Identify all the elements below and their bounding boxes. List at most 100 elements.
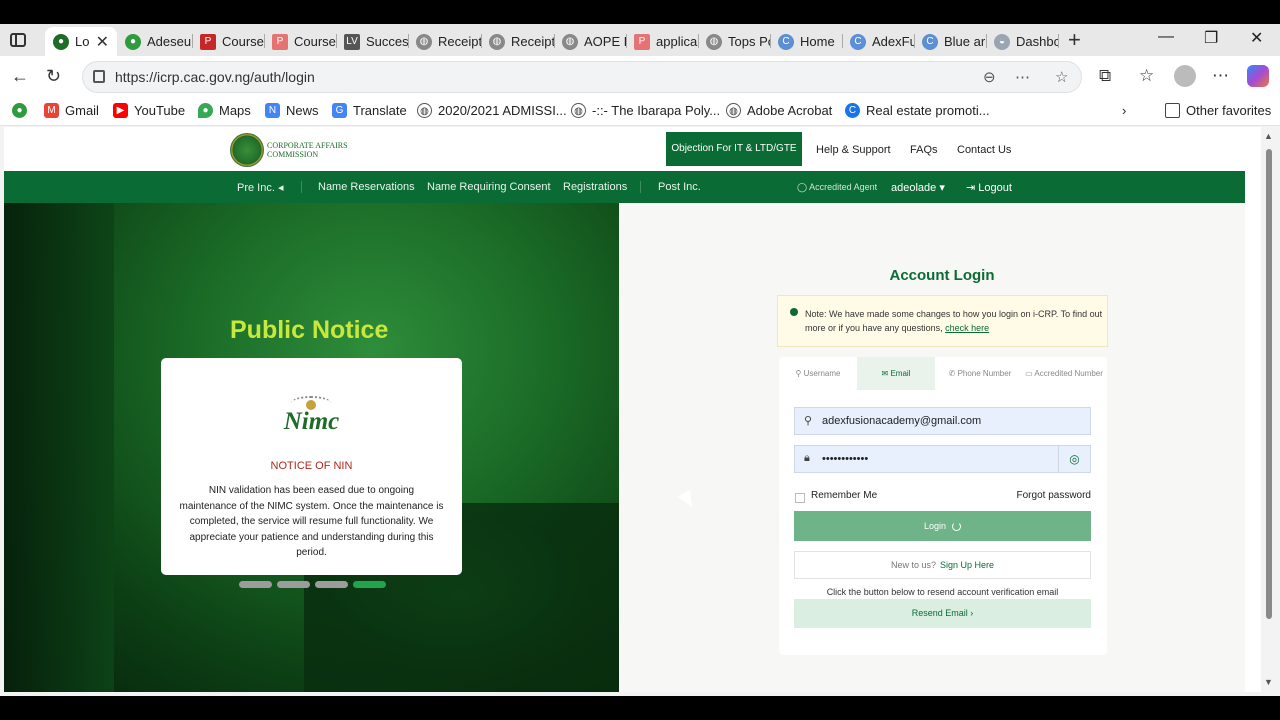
tab-actions-icon[interactable] bbox=[10, 33, 26, 47]
bookmark-real-estate[interactable]: C Real estate promoti... bbox=[845, 103, 990, 118]
bookmark-maps[interactable]: ● Maps bbox=[198, 103, 251, 118]
tab-active[interactable]: ● Lo ✕ bbox=[45, 27, 117, 56]
tab[interactable]: ◍ Receipt bbox=[481, 27, 554, 56]
scrollbar-thumb[interactable] bbox=[1266, 149, 1272, 619]
globe-icon: ◍ bbox=[706, 34, 722, 50]
tab[interactable]: C AdexFu bbox=[842, 27, 914, 56]
news-icon: N bbox=[265, 103, 280, 118]
resend-email-button[interactable]: Resend Email › bbox=[794, 599, 1091, 628]
pdf-icon: P bbox=[272, 34, 288, 50]
bookmark-admission[interactable]: ◍ 2020/2021 ADMISSI... bbox=[417, 103, 567, 118]
favorite-star-icon[interactable]: ☆ bbox=[1055, 68, 1068, 86]
site-info-icon[interactable] bbox=[93, 70, 105, 83]
page-scrollbar[interactable]: ▲ ▼ bbox=[1262, 127, 1276, 692]
tab[interactable]: ◍ Receipt bbox=[408, 27, 481, 56]
contact-us-link[interactable]: Contact Us bbox=[957, 144, 1011, 156]
eye-slash-icon[interactable]: ◎ bbox=[1058, 446, 1090, 472]
zoom-icon[interactable]: ⊖ bbox=[983, 68, 996, 86]
address-bar[interactable]: https://icrp.cac.gov.ng/auth/login ⊖ ⋯ ☆ bbox=[82, 61, 1082, 93]
settings-menu-icon[interactable]: ⋯ bbox=[1212, 66, 1229, 86]
bookmark-youtube[interactable]: ▶ YouTube bbox=[113, 103, 185, 118]
carousel-dot[interactable] bbox=[315, 581, 348, 588]
tab-label: Username bbox=[803, 369, 841, 378]
globe-icon: ◍ bbox=[562, 34, 578, 50]
password-field[interactable]: 🔒︎ •••••••••••• ◎ bbox=[794, 445, 1091, 473]
back-icon[interactable]: ← bbox=[11, 66, 29, 87]
site-header: CORPORATE AFFAIRS COMMISSION Objection F… bbox=[4, 127, 1245, 171]
forgot-password-link[interactable]: Forgot password bbox=[1017, 490, 1091, 501]
tab[interactable]: ● Adeseu bbox=[117, 27, 192, 56]
scroll-up-icon[interactable]: ▲ bbox=[1264, 131, 1273, 141]
tab-label: Accredited Number bbox=[1034, 369, 1103, 378]
tab-label: Phone Number bbox=[957, 369, 1012, 378]
dashboard-icon: ◒ bbox=[994, 34, 1010, 50]
carousel-dot[interactable] bbox=[239, 581, 272, 588]
url-text[interactable]: https://icrp.cac.gov.ng/auth/login bbox=[115, 69, 315, 85]
chevron-right-icon[interactable]: › bbox=[1122, 103, 1126, 118]
scroll-down-icon[interactable]: ▼ bbox=[1264, 677, 1273, 687]
bookmark-news[interactable]: N News bbox=[265, 103, 319, 118]
carousel-dot-active[interactable] bbox=[353, 581, 386, 588]
remember-me-label[interactable]: Remember Me bbox=[811, 490, 877, 501]
bookmark-label: Adobe Acrobat bbox=[747, 103, 833, 118]
email-field[interactable]: ⚲ adexfusionacademy@gmail.com bbox=[794, 407, 1091, 435]
logout-link[interactable]: ⇥ Logout bbox=[966, 181, 1012, 194]
extensions-icon[interactable]: ⧉ bbox=[1099, 66, 1111, 86]
tab[interactable]: ◍ AOPE F bbox=[554, 27, 626, 56]
new-tab-icon[interactable]: + bbox=[1068, 27, 1081, 53]
bookmark-ibarapa[interactable]: ◍ -::- The Ibarapa Poly... bbox=[571, 103, 720, 118]
tab-email[interactable]: ✉ Email bbox=[857, 357, 935, 390]
edge-c-icon: C bbox=[850, 34, 866, 50]
carousel-dot[interactable] bbox=[277, 581, 310, 588]
tab[interactable]: ◒ Dashbc bbox=[986, 27, 1058, 56]
objection-button[interactable]: Objection For IT & LTD/GTE bbox=[666, 132, 802, 166]
cac-logo[interactable]: CORPORATE AFFAIRS COMMISSION bbox=[230, 133, 348, 167]
tab-username[interactable]: ⚲ Username bbox=[779, 357, 857, 390]
check-here-link[interactable]: check here bbox=[945, 323, 989, 333]
sign-up-link[interactable]: Sign Up Here bbox=[940, 560, 994, 570]
close-icon[interactable]: ✕ bbox=[96, 32, 109, 52]
folder-icon bbox=[1165, 103, 1180, 118]
nimc-logo: Nimc bbox=[283, 408, 340, 435]
tab-accredited-number[interactable]: ▭ Accredited Number bbox=[1017, 357, 1111, 390]
tab[interactable]: ◍ Tops Po bbox=[698, 27, 770, 56]
tab[interactable]: C Blue ar bbox=[914, 27, 986, 56]
favorites-icon[interactable]: ☆ bbox=[1139, 66, 1154, 86]
bookmark-translate[interactable]: G Translate bbox=[332, 103, 407, 118]
refresh-icon[interactable]: ↻ bbox=[46, 66, 61, 87]
nav-name-reservations[interactable]: Name Reservations bbox=[318, 181, 415, 193]
tab[interactable]: P Course bbox=[192, 27, 264, 56]
login-card: ⚲ Username ✉ Email ✆ Phone Number ▭ Accr… bbox=[779, 357, 1107, 655]
faqs-link[interactable]: FAQs bbox=[910, 144, 938, 156]
tab[interactable]: LV Succes bbox=[336, 27, 408, 56]
tab[interactable]: P Course bbox=[264, 27, 336, 56]
user-menu[interactable]: adeolade ▾ bbox=[891, 181, 945, 194]
other-favorites[interactable]: Other favorites bbox=[1165, 103, 1271, 118]
pdf-icon: P bbox=[200, 34, 216, 50]
tab[interactable]: C Home bbox=[770, 27, 842, 56]
bookmark-label: -::- The Ibarapa Poly... bbox=[592, 103, 721, 118]
carousel-indicators bbox=[239, 581, 386, 588]
minimize-icon[interactable]: — bbox=[1158, 28, 1174, 46]
nav-name-requiring-consent[interactable]: Name Requiring Consent bbox=[427, 181, 551, 193]
nav-pre-inc[interactable]: Pre Inc. ◂ bbox=[237, 181, 284, 194]
bookmark-label: News bbox=[286, 103, 319, 118]
close-window-icon[interactable]: ✕ bbox=[1250, 28, 1263, 48]
nav-post-inc[interactable]: Post Inc. bbox=[658, 181, 701, 193]
nav-registrations[interactable]: Registrations bbox=[563, 181, 627, 193]
user-icon: ⚲ bbox=[795, 369, 802, 378]
help-support-link[interactable]: Help & Support bbox=[816, 144, 891, 156]
bookmark-acrobat[interactable]: ◍ Adobe Acrobat bbox=[726, 103, 832, 118]
check-circle-icon: ◯ bbox=[797, 182, 808, 192]
tab-phone-number[interactable]: ✆ Phone Number bbox=[935, 357, 1025, 390]
remember-me-checkbox[interactable] bbox=[795, 493, 805, 503]
bookmark-gmail[interactable]: M Gmail bbox=[44, 103, 99, 118]
browser-window: ● Lo ✕ ● Adeseu P Course P Course LV Succes … bbox=[0, 24, 1280, 696]
bookmark-cac[interactable]: ● bbox=[12, 103, 33, 118]
more-page-icon[interactable]: ⋯ bbox=[1015, 68, 1030, 86]
login-button[interactable]: Login bbox=[794, 511, 1091, 541]
restore-icon[interactable]: ❐ bbox=[1204, 28, 1218, 48]
copilot-icon[interactable] bbox=[1247, 65, 1269, 87]
profile-avatar[interactable] bbox=[1174, 65, 1196, 87]
tab[interactable]: Papplica bbox=[626, 27, 698, 56]
